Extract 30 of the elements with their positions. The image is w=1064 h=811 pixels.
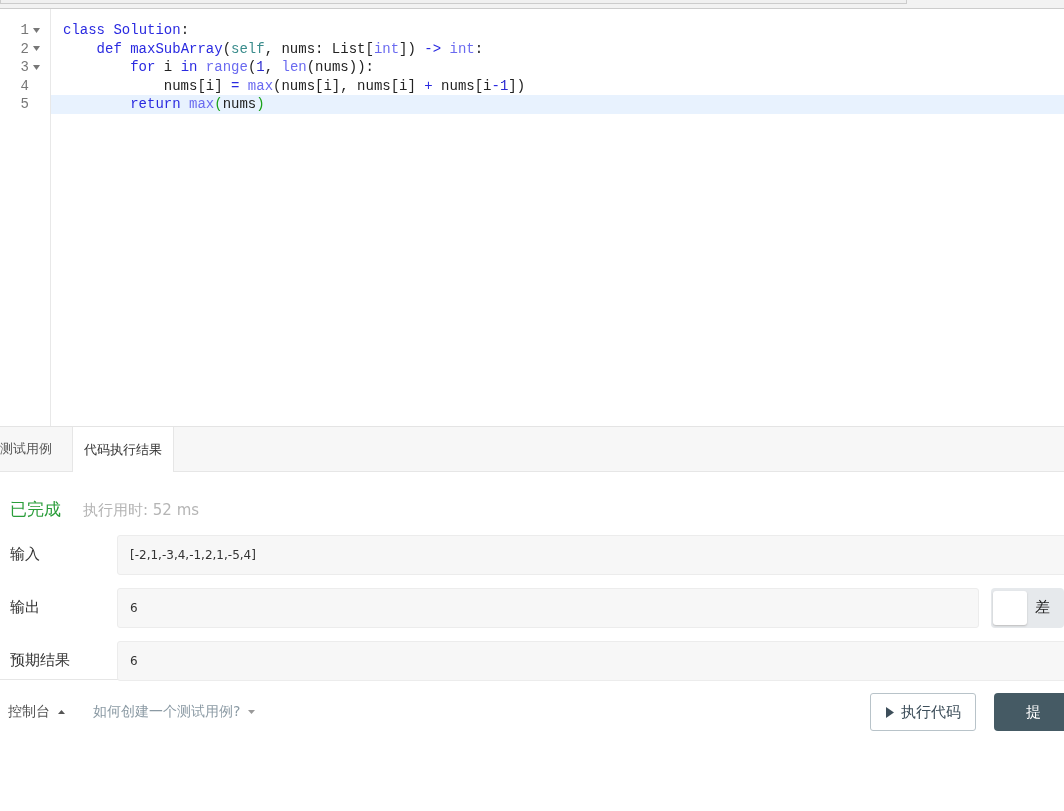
code-line: def maxSubArray(self, nums: List[int]) -> int: — [95, 39, 485, 58]
status-text: 已完成 — [10, 498, 61, 521]
code-line: nums[i] = max(nums[i], nums[i] + nums[i-1]) — [162, 76, 527, 95]
fold-caret-icon[interactable] — [33, 64, 40, 70]
value-field: 6 — [117, 640, 1064, 681]
fold-caret-icon[interactable] — [33, 27, 40, 33]
diff-toggle[interactable]: 差 — [991, 587, 1064, 628]
line-number: 3 — [20, 59, 29, 76]
row-label: 输出 — [10, 598, 41, 617]
row-label: 预期结果 — [10, 651, 71, 670]
code-line: class Solution: — [62, 21, 191, 40]
line-number: 5 — [20, 96, 29, 113]
line-number: 4 — [20, 77, 29, 94]
value-field: [-2,1,-3,4,-1,2,1,-5,4] — [117, 534, 1064, 575]
value-field: 6 — [117, 587, 979, 628]
run-code-button[interactable]: 执行代码 — [870, 693, 976, 731]
runtime-text: 执行用时: 52 ms — [83, 501, 200, 520]
tab[interactable]: 测试用例 — [0, 427, 62, 471]
caret-down-icon — [248, 710, 256, 714]
caret-up-icon — [58, 710, 65, 714]
play-icon — [885, 706, 894, 718]
top-input-field[interactable] — [0, 0, 907, 4]
submit-button[interactable]: 提 — [994, 693, 1064, 731]
tab[interactable]: 代码执行结果 — [72, 427, 174, 472]
line-number: 1 — [20, 22, 29, 39]
fold-caret-icon[interactable] — [33, 46, 40, 52]
line-number: 2 — [20, 40, 29, 57]
row-label: 输入 — [10, 545, 41, 564]
console-toggle[interactable]: 控制台 — [8, 703, 65, 721]
code-line: for i in range(1, len(nums)): — [129, 58, 375, 77]
